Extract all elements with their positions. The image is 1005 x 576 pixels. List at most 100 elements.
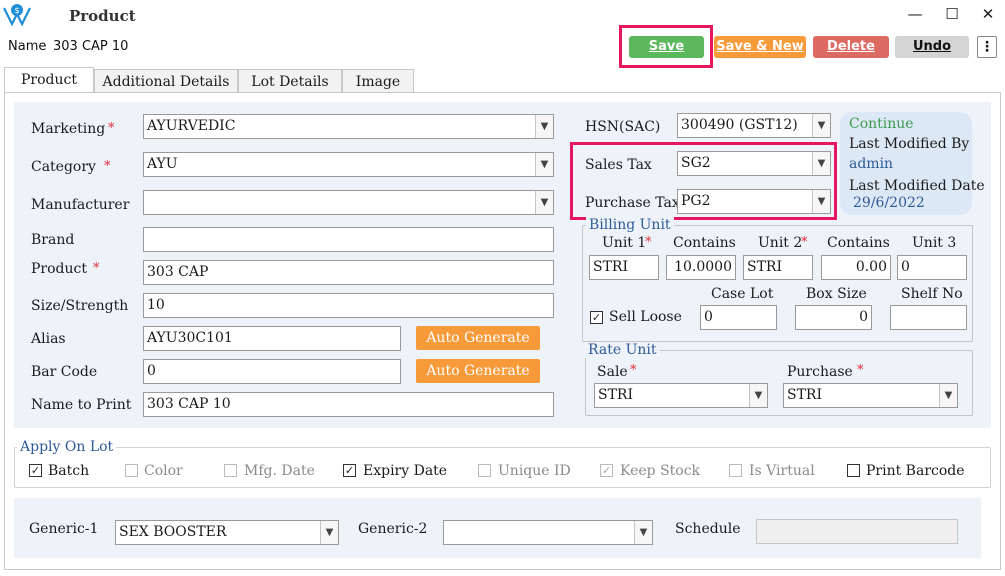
category-required-mark: *: [104, 159, 111, 174]
batch-checkbox[interactable]: ✓: [29, 464, 42, 477]
size-strength-input[interactable]: 10: [143, 293, 554, 318]
category-select[interactable]: AYU ▼: [143, 152, 554, 177]
name-label: Name: [8, 39, 47, 54]
alias-label: Alias: [31, 331, 66, 347]
name-to-print-input[interactable]: 303 CAP 10: [143, 392, 554, 417]
generic-2-select[interactable]: ▼: [443, 520, 653, 545]
sale-unit-value: STRI: [598, 387, 633, 403]
case-lot-input[interactable]: 0: [700, 305, 777, 330]
manufacturer-select[interactable]: ▼: [143, 190, 554, 215]
sell-loose-checkbox[interactable]: ✓: [590, 311, 603, 324]
contains1-label: Contains: [673, 235, 736, 251]
save-and-new-button[interactable]: Save & New: [714, 36, 806, 58]
close-button[interactable]: ✕: [978, 4, 998, 24]
unique-id-checkbox[interactable]: [478, 464, 491, 477]
expiry-date-label: Expiry Date: [363, 463, 448, 479]
sale-unit-select[interactable]: STRI ▼: [594, 383, 768, 408]
apply-on-lot-title: Apply On Lot: [17, 439, 117, 455]
is-virtual-checkbox[interactable]: [729, 464, 742, 477]
bar-code-input[interactable]: 0: [143, 359, 401, 384]
unit2-required-mark: *: [801, 235, 808, 250]
chevron-down-icon[interactable]: ▼: [535, 115, 553, 138]
schedule-label: Schedule: [675, 521, 741, 537]
keep-stock-label: Keep Stock: [620, 463, 701, 479]
last-modified-date-value: 29/6/2022: [853, 195, 925, 211]
purchase-unit-label: Purchase: [787, 364, 853, 380]
hsn-label: HSN(SAC): [585, 119, 661, 135]
name-value: 303 CAP 10: [53, 39, 129, 54]
unit2-input[interactable]: STRI: [743, 255, 813, 280]
more-options-icon[interactable]: ⋮: [977, 36, 997, 58]
alias-auto-generate-button[interactable]: Auto Generate: [416, 326, 540, 350]
contains1-input[interactable]: 10.0000: [666, 255, 736, 280]
undo-button[interactable]: Undo: [895, 36, 969, 58]
name-to-print-label: Name to Print: [31, 397, 132, 413]
contains2-input[interactable]: 0.00: [821, 255, 891, 280]
unit2-label: Unit 2: [758, 235, 803, 251]
brand-input[interactable]: [143, 227, 554, 252]
color-label: Color: [144, 463, 183, 479]
tab-product[interactable]: Product: [4, 67, 94, 93]
sale-required-mark: *: [630, 363, 637, 378]
unit3-input[interactable]: 0: [897, 255, 967, 280]
svg-text:$: $: [14, 6, 19, 15]
generic-1-value: SEX BOOSTER: [119, 524, 227, 540]
hsn-select[interactable]: 300490 (GST12) ▼: [677, 113, 831, 138]
chevron-down-icon[interactable]: ▼: [320, 521, 338, 544]
minimize-button[interactable]: —: [905, 4, 925, 24]
tab-lot-details[interactable]: Lot Details: [238, 69, 342, 93]
manufacturer-label: Manufacturer: [31, 197, 130, 213]
category-value: AYU: [147, 156, 178, 172]
app-logo-icon: $: [3, 4, 31, 27]
chevron-down-icon[interactable]: ▼: [939, 384, 957, 407]
chevron-down-icon[interactable]: ▼: [812, 114, 830, 137]
chevron-down-icon[interactable]: ▼: [634, 521, 652, 544]
chevron-down-icon[interactable]: ▼: [535, 153, 553, 176]
shelf-no-label: Shelf No: [901, 286, 963, 302]
tax-highlight: [570, 142, 837, 220]
mfg-date-checkbox[interactable]: [224, 464, 237, 477]
last-modified-by-value: admin: [849, 156, 894, 172]
box-size-label: Box Size: [806, 286, 867, 302]
schedule-input[interactable]: [756, 519, 958, 544]
box-size-input[interactable]: 0: [795, 305, 872, 330]
keep-stock-checkbox[interactable]: ✓: [600, 464, 613, 477]
alias-input[interactable]: AYU30C101: [143, 326, 401, 351]
unit1-label: Unit 1: [602, 235, 647, 251]
barcode-auto-generate-button[interactable]: Auto Generate: [416, 359, 540, 383]
generic-1-select[interactable]: SEX BOOSTER ▼: [115, 520, 339, 545]
marketing-value: AYURVEDIC: [147, 118, 236, 134]
billing-unit-title: Billing Unit: [586, 217, 674, 233]
unit3-label: Unit 3: [912, 235, 957, 251]
purchase-unit-select[interactable]: STRI ▼: [783, 383, 958, 408]
delete-button[interactable]: Delete: [813, 36, 889, 58]
product-input[interactable]: 303 CAP: [143, 260, 554, 285]
purchase-unit-value: STRI: [787, 387, 822, 403]
print-barcode-checkbox[interactable]: [847, 464, 860, 477]
generic-1-label: Generic-1: [29, 521, 99, 537]
marketing-select[interactable]: AYURVEDIC ▼: [143, 114, 554, 139]
size-strength-label: Size/Strength: [31, 298, 129, 314]
chevron-down-icon[interactable]: ▼: [749, 384, 767, 407]
generic-2-label: Generic-2: [358, 521, 428, 537]
brand-label: Brand: [31, 232, 75, 248]
unit1-input[interactable]: STRI: [589, 255, 659, 280]
shelf-no-input[interactable]: [890, 305, 967, 330]
purchase-required-mark: *: [857, 363, 864, 378]
is-virtual-label: Is Virtual: [749, 463, 815, 479]
expiry-date-checkbox[interactable]: ✓: [343, 464, 356, 477]
batch-label: Batch: [48, 463, 90, 479]
tab-image[interactable]: Image: [342, 69, 414, 93]
chevron-down-icon[interactable]: ▼: [535, 191, 553, 214]
print-barcode-label: Print Barcode: [866, 463, 965, 479]
sell-loose-label: Sell Loose: [609, 309, 682, 325]
last-modified-date-label: Last Modified Date: [849, 178, 985, 194]
color-checkbox[interactable]: [125, 464, 138, 477]
status-text: Continue: [849, 116, 914, 132]
save-highlight: [619, 25, 713, 68]
maximize-button[interactable]: ☐: [942, 4, 962, 24]
product-required-mark: *: [93, 261, 100, 276]
tab-additional-details[interactable]: Additional Details: [94, 69, 238, 93]
marketing-label: Marketing: [31, 121, 106, 137]
category-label: Category: [31, 159, 96, 175]
